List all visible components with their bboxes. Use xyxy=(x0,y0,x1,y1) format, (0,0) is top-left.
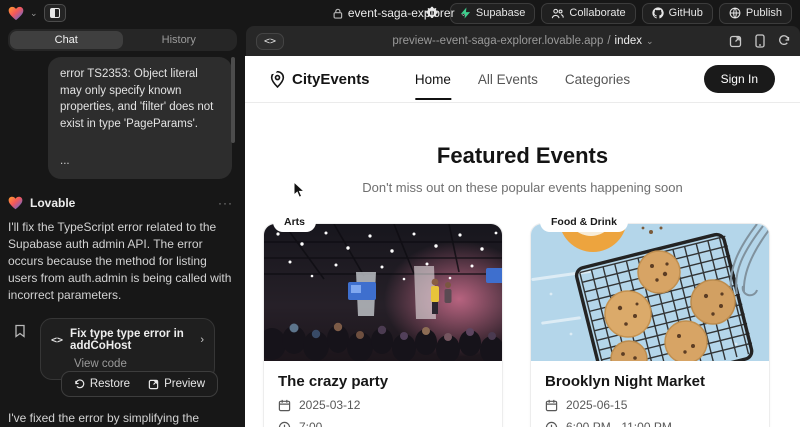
github-button[interactable]: GitHub xyxy=(642,3,713,24)
code-edit-title: Fix type type error in addCoHost xyxy=(70,328,193,352)
refresh-icon[interactable] xyxy=(778,35,790,47)
lovable-app-window: ⌄ event-saga-explorer ⌄ xyxy=(0,0,800,427)
featured-subheading: Don't miss out on these popular events h… xyxy=(245,180,800,195)
restore-icon xyxy=(74,379,85,390)
event-card-crazy-party[interactable]: The crazy party 2025-03-12 xyxy=(263,223,503,427)
toggle-sidebar-icon[interactable] xyxy=(44,4,66,22)
user-message-text: error TS2353: Object literal may only sp… xyxy=(60,66,220,133)
preview-icon xyxy=(148,379,159,390)
event-date-row: 2025-03-12 xyxy=(278,398,488,412)
category-badge-food-drink: Food & Drink xyxy=(540,212,628,232)
workspace-chevron-icon[interactable]: ⌄ xyxy=(30,9,38,18)
tab-history[interactable]: History xyxy=(123,31,236,49)
mobile-view-icon[interactable] xyxy=(755,34,765,48)
nav-all-events[interactable]: All Events xyxy=(478,58,538,100)
chevron-right-icon: › xyxy=(200,334,204,346)
sidebar-scrollbar[interactable] xyxy=(231,57,235,143)
featured-heading: Featured Events xyxy=(245,143,800,169)
site-viewport: CityEvents Home All Events Categories Si… xyxy=(245,56,800,427)
event-date-row: 2025-06-15 xyxy=(545,398,755,412)
lovable-avatar-icon xyxy=(8,196,23,210)
event-image-conference xyxy=(264,224,502,361)
sign-in-button[interactable]: Sign In xyxy=(704,65,775,93)
github-icon xyxy=(652,7,664,19)
lovable-logo-icon[interactable] xyxy=(8,6,24,21)
nav-home[interactable]: Home xyxy=(415,58,451,100)
event-image-cookies xyxy=(531,224,769,361)
preview-button[interactable]: Preview xyxy=(140,375,213,393)
collaborate-button[interactable]: Collaborate xyxy=(541,3,635,24)
open-in-new-tab-icon[interactable] xyxy=(729,35,742,48)
code-view-toggle[interactable]: <> xyxy=(256,33,284,50)
publish-button[interactable]: Publish xyxy=(719,3,792,24)
bookmark-icon[interactable] xyxy=(0,318,40,338)
project-chevron-icon: ⌄ xyxy=(460,9,468,18)
user-message-ellipsis: ... xyxy=(60,153,220,170)
site-brand[interactable]: CityEvents xyxy=(270,71,370,88)
nav-categories[interactable]: Categories xyxy=(565,58,630,100)
people-icon xyxy=(551,8,564,19)
view-code-link[interactable]: View code xyxy=(74,358,204,370)
user-message-bubble: error TS2353: Object literal may only sp… xyxy=(48,57,232,179)
project-name: event-saga-explorer xyxy=(348,6,455,20)
preview-url-bar[interactable]: preview--event-saga-explorer.lovable.app… xyxy=(392,35,653,47)
globe-icon xyxy=(729,7,741,19)
event-title: Brooklyn Night Market xyxy=(545,373,755,390)
preview-pane: <> preview--event-saga-explorer.lovable.… xyxy=(245,26,800,427)
calendar-icon xyxy=(278,399,291,412)
top-bar: ⌄ event-saga-explorer ⌄ xyxy=(0,0,800,26)
restore-button[interactable]: Restore xyxy=(66,375,138,393)
event-time-row: 7:00 xyxy=(278,420,488,427)
calendar-icon xyxy=(545,399,558,412)
url-chevron-icon: ⌄ xyxy=(646,37,654,46)
site-nav: Home All Events Categories xyxy=(415,58,630,100)
event-time-row: 6:00 PM - 11:00 PM xyxy=(545,420,755,427)
lock-icon xyxy=(333,8,343,19)
site-header: CityEvents Home All Events Categories Si… xyxy=(245,56,800,103)
chat-history-tabs: Chat History xyxy=(8,29,237,51)
assistant-paragraph-2: I've fixed the error by simplifying the … xyxy=(8,410,233,427)
clock-icon xyxy=(545,421,558,427)
chat-sidebar: Chat History error TS2353: Object litera… xyxy=(0,26,245,427)
event-cards: The crazy party 2025-03-12 xyxy=(263,223,800,427)
tab-chat[interactable]: Chat xyxy=(10,31,123,49)
assistant-header: Lovable ··· xyxy=(8,196,233,210)
preview-toolbar: <> preview--event-saga-explorer.lovable.… xyxy=(246,26,800,56)
code-icon: <> xyxy=(51,335,63,346)
project-switcher[interactable]: event-saga-explorer ⌄ xyxy=(333,6,467,20)
preview-url-host: preview--event-saga-explorer.lovable.app xyxy=(392,35,603,47)
category-badge-arts: Arts xyxy=(273,212,316,232)
clock-icon xyxy=(278,421,291,427)
event-title: The crazy party xyxy=(278,373,488,390)
event-card-night-market[interactable]: Brooklyn Night Market 2025-06-15 xyxy=(530,223,770,427)
featured-section-header: Featured Events Don't miss out on these … xyxy=(245,103,800,195)
message-actions: Restore Preview xyxy=(61,371,218,397)
preview-url-page: index xyxy=(615,35,643,47)
assistant-name: Lovable xyxy=(30,196,75,210)
assistant-paragraph-1: I'll fix the TypeScript error related to… xyxy=(8,219,233,304)
message-menu-icon[interactable]: ··· xyxy=(218,196,233,210)
